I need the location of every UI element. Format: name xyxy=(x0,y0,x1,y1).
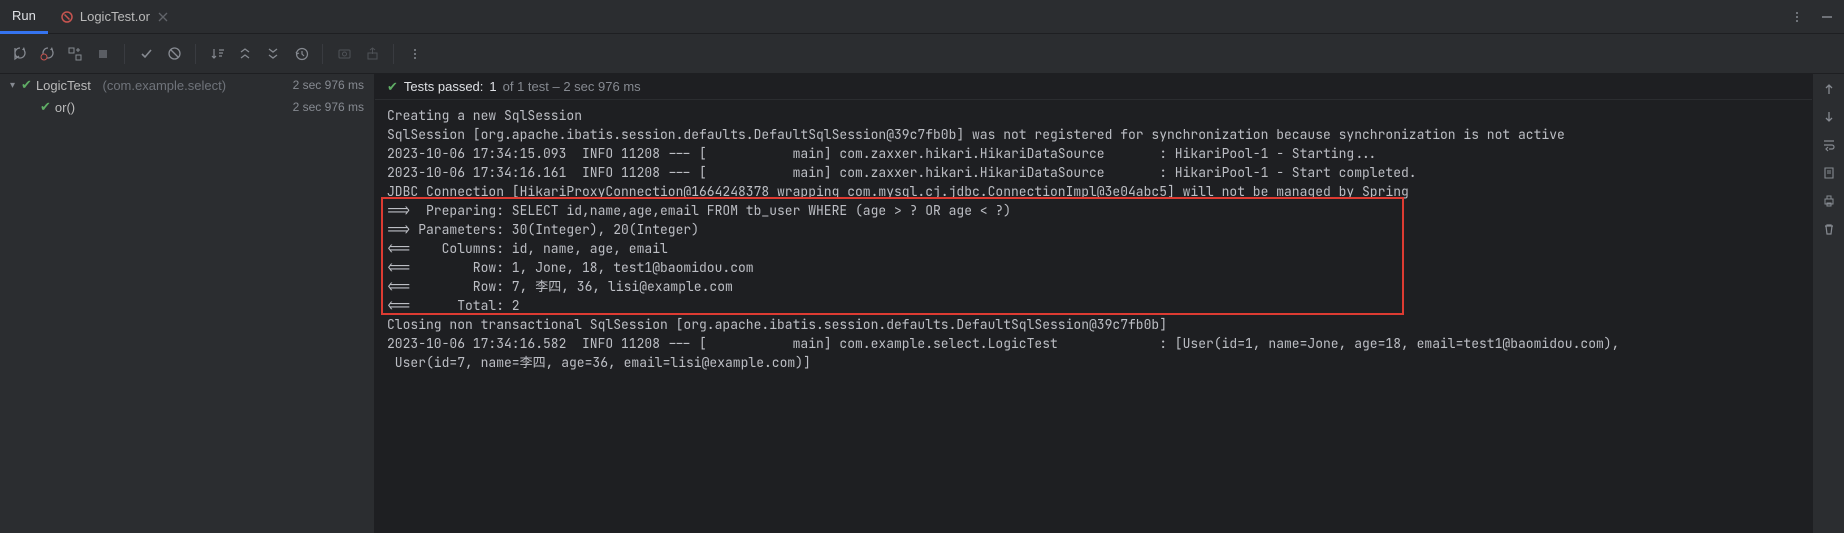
status-suffix: of 1 test – 2 sec 976 ms xyxy=(503,79,641,94)
check-icon: ✔ xyxy=(21,77,32,93)
status-prefix: Tests passed: xyxy=(404,79,484,94)
check-icon: ✔ xyxy=(40,99,51,115)
test-tree: ▾ ✔ LogicTest (com.example.select) 2 sec… xyxy=(0,74,375,533)
scroll-up-icon[interactable] xyxy=(1822,82,1836,96)
tree-root-pkg: (com.example.select) xyxy=(102,78,226,93)
tab-run-label: Run xyxy=(12,8,36,23)
soft-wrap-icon[interactable] xyxy=(1822,138,1836,152)
log-line: JDBC Connection [HikariProxyConnection@1… xyxy=(387,183,1409,200)
console-output[interactable]: Creating a new SqlSession SqlSession [or… xyxy=(375,100,1812,378)
log-line: User(id=7, name=李四, age=36, email=lisi@e… xyxy=(387,354,811,371)
trash-icon[interactable] xyxy=(1822,222,1836,236)
more-vertical-icon[interactable] xyxy=(1790,10,1804,24)
export-icon[interactable] xyxy=(363,45,381,63)
show-passed-icon[interactable] xyxy=(137,45,155,63)
log-line: Creating a new SqlSession xyxy=(387,107,582,124)
scroll-to-end-icon[interactable] xyxy=(1822,166,1836,180)
log-line: Closing non transactional SqlSession [or… xyxy=(387,316,1167,333)
file-icon xyxy=(60,10,74,24)
tree-root-name: LogicTest xyxy=(36,78,91,93)
run-toolbar xyxy=(0,34,1844,74)
collapse-all-icon[interactable] xyxy=(264,45,282,63)
check-icon: ✔ xyxy=(387,79,398,95)
log-line: <== Row: 7, 李四, 36, lisi@example.com xyxy=(387,278,733,295)
log-line: <== Row: 1, Jone, 18, test1@baomidou.com xyxy=(387,259,754,276)
close-icon[interactable] xyxy=(158,12,168,22)
log-line: 2023-10-06 17:34:16.582 INFO 11208 --- [… xyxy=(387,335,1619,352)
log-line: ==> Preparing: SELECT id,name,age,email … xyxy=(387,202,1011,219)
console-gutter xyxy=(1812,74,1844,533)
tab-file[interactable]: LogicTest.or xyxy=(48,0,180,34)
minimize-icon[interactable] xyxy=(1820,10,1834,24)
rerun-icon[interactable] xyxy=(10,45,28,63)
print-icon[interactable] xyxy=(1822,194,1836,208)
toggle-auto-test-icon[interactable] xyxy=(66,45,84,63)
tree-child-name: or() xyxy=(55,100,75,115)
tab-run[interactable]: Run xyxy=(0,0,48,34)
status-bar: ✔ Tests passed: 1 of 1 test – 2 sec 976 … xyxy=(375,74,1812,100)
rerun-failed-icon[interactable] xyxy=(38,45,56,63)
log-line: 2023-10-06 17:34:15.093 INFO 11208 --- [… xyxy=(387,145,1378,162)
sort-icon[interactable] xyxy=(208,45,226,63)
show-ignored-icon[interactable] xyxy=(165,45,183,63)
log-line: <== Total: 2 xyxy=(387,297,520,314)
stop-icon[interactable] xyxy=(94,45,112,63)
camera-icon[interactable] xyxy=(335,45,353,63)
tab-file-label: LogicTest.or xyxy=(80,9,150,24)
log-line: 2023-10-06 17:34:16.161 INFO 11208 --- [… xyxy=(387,164,1417,181)
scroll-down-icon[interactable] xyxy=(1822,110,1836,124)
tree-child-dur: 2 sec 976 ms xyxy=(293,100,364,114)
more-vertical-icon[interactable] xyxy=(406,45,424,63)
status-count: 1 xyxy=(489,79,496,94)
chevron-down-icon: ▾ xyxy=(10,80,15,91)
tree-root-dur: 2 sec 976 ms xyxy=(293,78,364,92)
tree-row-child[interactable]: ✔ or() 2 sec 976 ms xyxy=(0,96,374,118)
tab-bar: Run LogicTest.or xyxy=(0,0,1844,34)
expand-all-icon[interactable] xyxy=(236,45,254,63)
log-line: SqlSession [org.apache.ibatis.session.de… xyxy=(387,126,1565,143)
log-line: ==> Parameters: 30(Integer), 20(Integer) xyxy=(387,221,699,238)
tree-row-root[interactable]: ▾ ✔ LogicTest (com.example.select) 2 sec… xyxy=(0,74,374,96)
main-panel: ▾ ✔ LogicTest (com.example.select) 2 sec… xyxy=(0,74,1844,533)
console: ✔ Tests passed: 1 of 1 test – 2 sec 976 … xyxy=(375,74,1812,533)
log-line: <== Columns: id, name, age, email xyxy=(387,240,668,257)
history-icon[interactable] xyxy=(292,45,310,63)
